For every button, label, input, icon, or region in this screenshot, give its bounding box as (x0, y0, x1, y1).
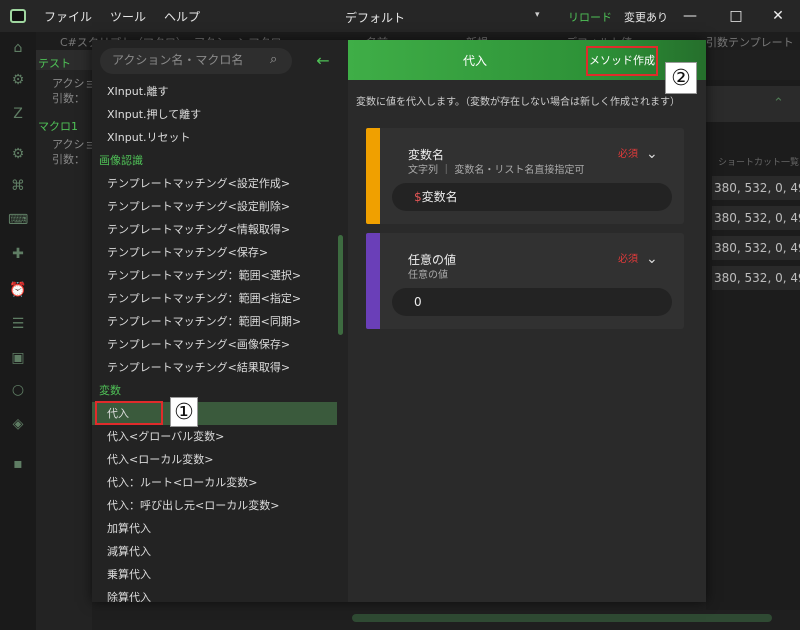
window-title: デフォルト (345, 11, 406, 25)
menu-file[interactable]: ファイル (44, 8, 92, 25)
annotation-2: ② (665, 62, 697, 94)
background-horizontal-scrollbar[interactable] (352, 614, 772, 622)
list-item[interactable]: 除算代入 (92, 586, 337, 602)
param-type: 任意の値 (408, 270, 448, 281)
list-item[interactable]: テンプレートマッチング：範囲<選択> (92, 264, 337, 287)
list-item[interactable]: テンプレートマッチング：範囲<指定> (92, 287, 337, 310)
settings-icon[interactable]: ⚙ (8, 144, 28, 164)
title-bar: ファイル ツール ヘルプ デフォルト ▾ リロード 変更あり — □ ✕ (0, 0, 800, 32)
list-item[interactable]: 代入<グローバル変数> (92, 425, 337, 448)
list-item[interactable]: テンプレートマッチング<情報取得> (92, 218, 337, 241)
param-color-stripe (366, 128, 380, 224)
search-box: ⌕ (100, 48, 292, 74)
save-icon[interactable]: ▪ (8, 454, 28, 474)
keyboard-icon[interactable]: ⌨ (8, 210, 28, 230)
list-item[interactable]: 加算代入 (92, 517, 337, 540)
chevron-down-icon[interactable]: ⌄ (646, 251, 658, 267)
list-item[interactable]: 乗算代入 (92, 563, 337, 586)
menu-bar: ファイル ツール ヘルプ (44, 8, 200, 25)
list-item[interactable]: テンプレートマッチング<設定削除> (92, 195, 337, 218)
side-rail: ⌂ ⚙ Z ⚙ ⌘ ⌨ ✚ ⏰ ☰ ▣ ○ ◈ ▪ (0, 32, 36, 630)
variable-prefix: $ (414, 190, 422, 204)
list-icon[interactable]: ☰ (8, 314, 28, 334)
action-list-scrollbar[interactable] (338, 235, 343, 335)
search-input[interactable] (112, 53, 262, 67)
param-card-any-value: 任意の値 任意の値 必須 ⌄ 0 (366, 233, 684, 329)
list-item[interactable]: 代入：ルート<ローカル変数> (92, 471, 337, 494)
reload-button[interactable]: リロード (568, 9, 612, 25)
param-value-field[interactable]: 0 (392, 288, 672, 316)
table-row: 380, 532, 0, 49 (712, 236, 800, 260)
action-detail-pane: 代入 メソッド作成 ② 変数に値を代入します。（変数が存在しない場合は新しく作成… (348, 40, 706, 602)
param-color-stripe (366, 233, 380, 329)
menu-help[interactable]: ヘルプ (164, 8, 200, 25)
cube-icon[interactable]: ◈ (8, 414, 28, 434)
list-item[interactable]: 代入：呼び出し元<ローカル変数> (92, 494, 337, 517)
menu-tools[interactable]: ツール (110, 8, 146, 25)
detail-title: 代入 (463, 54, 488, 68)
macro-title[interactable]: マクロ1 (38, 118, 78, 134)
gear-icon[interactable]: ⚙ (8, 70, 28, 90)
annotation-1: ① (170, 397, 198, 427)
param-card-variable-name: 変数名 文字列 ｜ 変数名・リスト名直接指定可 必須 ⌄ $変数名 (366, 128, 684, 224)
app-logo-icon (10, 9, 26, 23)
param-type: 文字列 ｜ 変数名・リスト名直接指定可 (408, 165, 585, 176)
shortcut-list-header: ショートカット一覧 (718, 158, 800, 168)
param-value-field[interactable]: $変数名 (392, 183, 672, 211)
list-item[interactable]: テンプレートマッチング<設定作成> (92, 172, 337, 195)
close-button[interactable]: ✕ (768, 6, 788, 26)
list-item[interactable]: XInput.離す (92, 80, 337, 103)
changed-status: 変更あり (624, 11, 668, 24)
macro-line: 引数： (52, 92, 85, 105)
z-icon[interactable]: Z (8, 104, 28, 124)
app-window: ファイル ツール ヘルプ デフォルト ▾ リロード 変更あり — □ ✕ ⌂ ⚙… (0, 0, 800, 630)
table-row: 380, 532, 0, 49 (712, 266, 800, 290)
required-badge: 必須 (618, 149, 638, 160)
selected-item-highlight-box (95, 401, 163, 425)
macro-line: 引数： (52, 153, 85, 166)
gamepad-icon[interactable]: ✚ (8, 244, 28, 264)
action-list-pane: ⌕ ← XInput.離すXInput.押して離すXInput.リセット画像認識… (92, 40, 346, 602)
list-item[interactable]: 減算代入 (92, 540, 337, 563)
required-badge: 必須 (618, 254, 638, 265)
circle-icon[interactable]: ○ (8, 380, 28, 400)
list-item[interactable]: 代入<ローカル変数> (92, 448, 337, 471)
macro-title[interactable]: テスト (38, 55, 71, 71)
table-row: 380, 532, 0, 49 (712, 176, 800, 200)
detail-description: 変数に値を代入します。（変数が存在しない場合は新しく作成されます） (356, 97, 680, 108)
list-category: 変数 (99, 384, 121, 397)
profile-dropdown-caret-icon[interactable]: ▾ (535, 10, 540, 20)
table-row: 380, 532, 0, 49 (712, 206, 800, 230)
image-icon[interactable]: ▣ (8, 348, 28, 368)
action-list: XInput.離す XInput.押して離す XInput.リセット画像認識テンプレ… (92, 80, 340, 602)
chevron-down-icon[interactable]: ⌄ (646, 146, 658, 162)
column-arg-template: 引数テンプレート (706, 36, 794, 49)
home-icon[interactable]: ⌂ (8, 38, 28, 58)
background-collapse-bar (706, 86, 800, 122)
command-icon[interactable]: ⌘ (8, 176, 28, 196)
list-category: 画像認識 (99, 154, 143, 167)
list-item[interactable]: XInput.押して離す (92, 103, 337, 126)
maximize-button[interactable]: □ (726, 6, 746, 26)
search-icon[interactable]: ⌕ (270, 52, 277, 67)
param-value: 変数名 (421, 190, 458, 204)
list-item[interactable]: テンプレートマッチング<結果取得> (92, 356, 337, 379)
chevron-up-icon[interactable]: ⌃ (773, 96, 784, 111)
minimize-button[interactable]: — (680, 6, 700, 26)
list-item[interactable]: テンプレートマッチング<保存> (92, 241, 337, 264)
alarm-icon[interactable]: ⏰ (8, 280, 28, 300)
arrow-left-icon[interactable]: ← (310, 48, 336, 74)
detail-header: 代入 メソッド作成 (348, 40, 706, 80)
list-item[interactable]: テンプレートマッチング：範囲<同期> (92, 310, 337, 333)
param-value: 0 (414, 295, 422, 309)
create-method-button[interactable]: メソッド作成 (586, 46, 658, 76)
list-item[interactable]: XInput.リセット (92, 126, 337, 149)
action-picker-dialog: ⌕ ← XInput.離すXInput.押して離すXInput.リセット画像認識… (92, 40, 706, 602)
list-item[interactable]: テンプレートマッチング<画像保存> (92, 333, 337, 356)
